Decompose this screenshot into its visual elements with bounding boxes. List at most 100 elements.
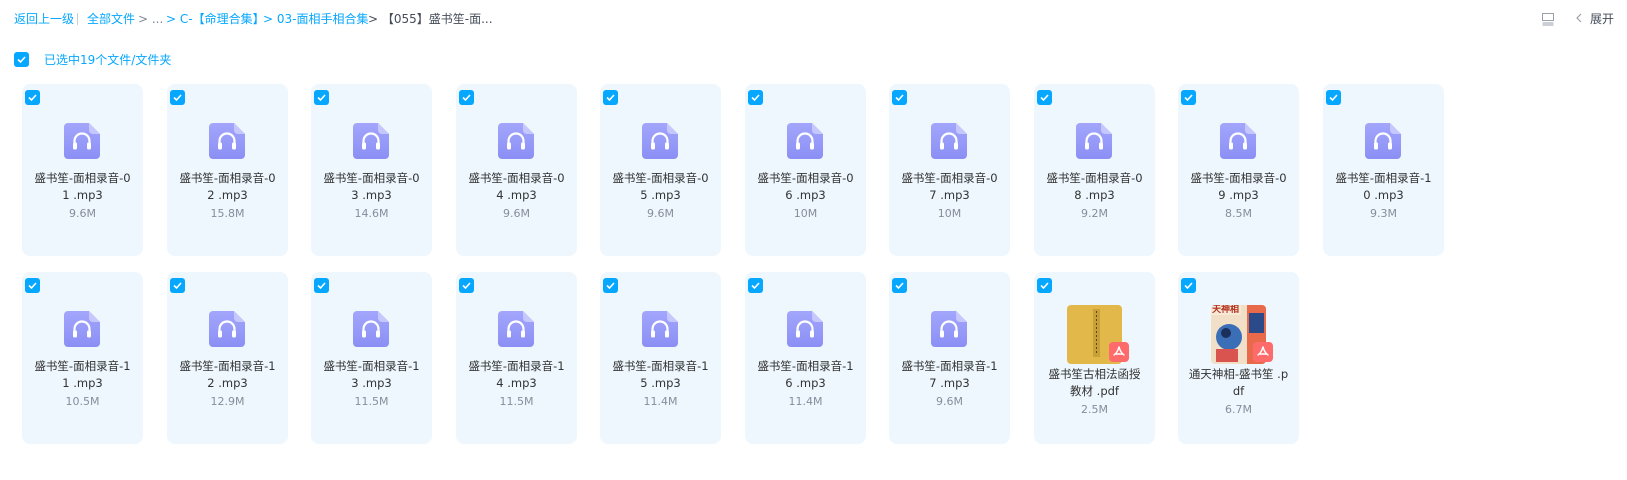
checkmark-icon [1329,94,1338,102]
breadcrumb-item-mingli[interactable]: > C-【命理合集】 [166,12,265,26]
file-card[interactable]: 盛书笙古相法函授 教材 .pdf 2.5M [1034,272,1155,444]
file-size: 9.3M [1370,207,1397,220]
file-name-line2: 8 .mp3 [1074,188,1115,202]
audio-file-icon [64,311,100,347]
file-card[interactable]: 盛书笙-面相录音-0 5 .mp3 9.6M [600,84,721,256]
file-checkbox[interactable] [1326,90,1341,105]
file-card[interactable]: 盛书笙-面相录音-0 9 .mp3 8.5M [1178,84,1299,256]
file-name-line1: 盛书笙-面相录音-1 [179,359,276,373]
checkmark-icon [1184,282,1193,290]
file-checkbox[interactable] [748,90,763,105]
file-checkbox[interactable] [603,90,618,105]
file-name-line1: 盛书笙-面相录音-1 [1335,171,1432,185]
file-card[interactable]: 盛书笙-面相录音-1 0 .mp3 9.3M [1323,84,1444,256]
file-size: 6.7M [1225,403,1252,416]
file-card[interactable]: 天神相 通天神相-盛书笙 .p df 6.7M [1178,272,1299,444]
file-checkbox[interactable] [459,278,474,293]
file-name-line2: 6 .mp3 [785,188,826,202]
file-name-line1: 盛书笙-面相录音-0 [1190,171,1287,185]
file-card[interactable]: 盛书笙-面相录音-1 2 .mp3 12.9M [167,272,288,444]
breadcrumb-current: > 【055】盛书笙-面... [368,12,493,26]
checkmark-icon [895,94,904,102]
file-card[interactable]: 盛书笙-面相录音-0 7 .mp3 10M [889,84,1010,256]
file-name-line2: 9 .mp3 [1218,188,1259,202]
file-name-line2: 5 .mp3 [640,188,681,202]
selection-count: 已选中19个文件/文件夹 [44,53,172,67]
file-name-line2: 5 .mp3 [640,376,681,390]
file-checkbox[interactable] [314,278,329,293]
file-name-line2: 0 .mp3 [1363,188,1404,202]
expand-button[interactable]: 展开 [1590,12,1614,26]
file-size: 9.6M [503,207,530,220]
audio-file-icon [498,123,534,159]
file-checkbox[interactable] [1037,90,1052,105]
file-card[interactable]: 盛书笙-面相录音-1 4 .mp3 11.5M [456,272,577,444]
file-card[interactable]: 盛书笙-面相录音-0 6 .mp3 10M [745,84,866,256]
checkmark-icon [317,94,326,102]
pdf-cover-title: 天神相 [1212,305,1240,315]
file-checkbox[interactable] [170,278,185,293]
file-name-line1: 盛书笙-面相录音-0 [901,171,998,185]
pdf-icon [1109,342,1129,362]
file-size: 2.5M [1081,403,1108,416]
select-all-checkbox[interactable] [14,52,29,67]
checkmark-icon [173,94,182,102]
file-card[interactable]: 盛书笙-面相录音-1 7 .mp3 9.6M [889,272,1010,444]
file-name-line2: 2 .mp3 [207,188,248,202]
file-card[interactable]: 盛书笙-面相录音-0 2 .mp3 15.8M [167,84,288,256]
file-name-line2: df [1232,384,1245,398]
file-name-line2: 4 .mp3 [496,188,537,202]
file-checkbox[interactable] [1181,90,1196,105]
file-name-line2: 2 .mp3 [207,376,248,390]
file-size: 12.9M [210,395,245,408]
file-name-line2: 3 .mp3 [351,376,392,390]
breadcrumb-item-mianxiang[interactable]: > 03-面相手相合集 [263,12,368,26]
pdf-icon [1253,342,1273,362]
audio-file-icon [787,311,823,347]
file-card[interactable]: 盛书笙-面相录音-0 1 .mp3 9.6M [22,84,143,256]
file-card[interactable]: 盛书笙-面相录音-0 4 .mp3 9.6M [456,84,577,256]
file-card[interactable]: 盛书笙-面相录音-1 6 .mp3 11.4M [745,272,866,444]
file-card[interactable]: 盛书笙-面相录音-0 8 .mp3 9.2M [1034,84,1155,256]
file-size: 9.2M [1081,207,1108,220]
file-name-line2: 7 .mp3 [929,188,970,202]
file-size: 8.5M [1225,207,1252,220]
chevron-left-icon[interactable] [1573,11,1585,25]
file-card[interactable]: 盛书笙-面相录音-1 5 .mp3 11.4M [600,272,721,444]
file-size: 10M [793,207,818,220]
breadcrumb-ellipsis[interactable]: > ... [138,12,163,26]
file-card[interactable]: 盛书笙-面相录音-1 3 .mp3 11.5M [311,272,432,444]
file-checkbox[interactable] [1181,278,1196,293]
file-checkbox[interactable] [25,278,40,293]
file-name-line1: 盛书笙-面相录音-0 [323,171,420,185]
file-checkbox[interactable] [170,90,185,105]
file-checkbox[interactable] [892,278,907,293]
file-checkbox[interactable] [1037,278,1052,293]
file-checkbox[interactable] [314,90,329,105]
file-checkbox[interactable] [603,278,618,293]
file-name-line1: 盛书笙-面相录音-0 [468,171,565,185]
file-checkbox[interactable] [748,278,763,293]
file-name-line2: 1 .mp3 [62,376,103,390]
file-name-line1: 盛书笙-面相录音-1 [468,359,565,373]
checkmark-icon [28,94,37,102]
breadcrumb-all-files[interactable]: 全部文件 [87,12,135,26]
file-name-line1: 盛书笙-面相录音-1 [757,359,854,373]
file-name-line2: 3 .mp3 [351,188,392,202]
file-checkbox[interactable] [25,90,40,105]
file-card[interactable]: 盛书笙-面相录音-0 3 .mp3 14.6M [311,84,432,256]
back-link[interactable]: 返回上一级 [14,12,74,26]
file-checkbox[interactable] [459,90,474,105]
file-name-line1: 盛书笙-面相录音-0 [612,171,709,185]
checkmark-icon [751,94,760,102]
audio-file-icon [64,123,100,159]
checkmark-icon [1040,94,1049,102]
audio-file-icon [498,311,534,347]
checkmark-icon [173,282,182,290]
file-card[interactable]: 盛书笙-面相录音-1 1 .mp3 10.5M [22,272,143,444]
checkmark-icon [17,56,26,64]
audio-file-icon [209,123,245,159]
file-checkbox[interactable] [892,90,907,105]
file-name-line2: 教材 .pdf [1070,384,1119,398]
list-view-icon[interactable] [1541,12,1555,26]
